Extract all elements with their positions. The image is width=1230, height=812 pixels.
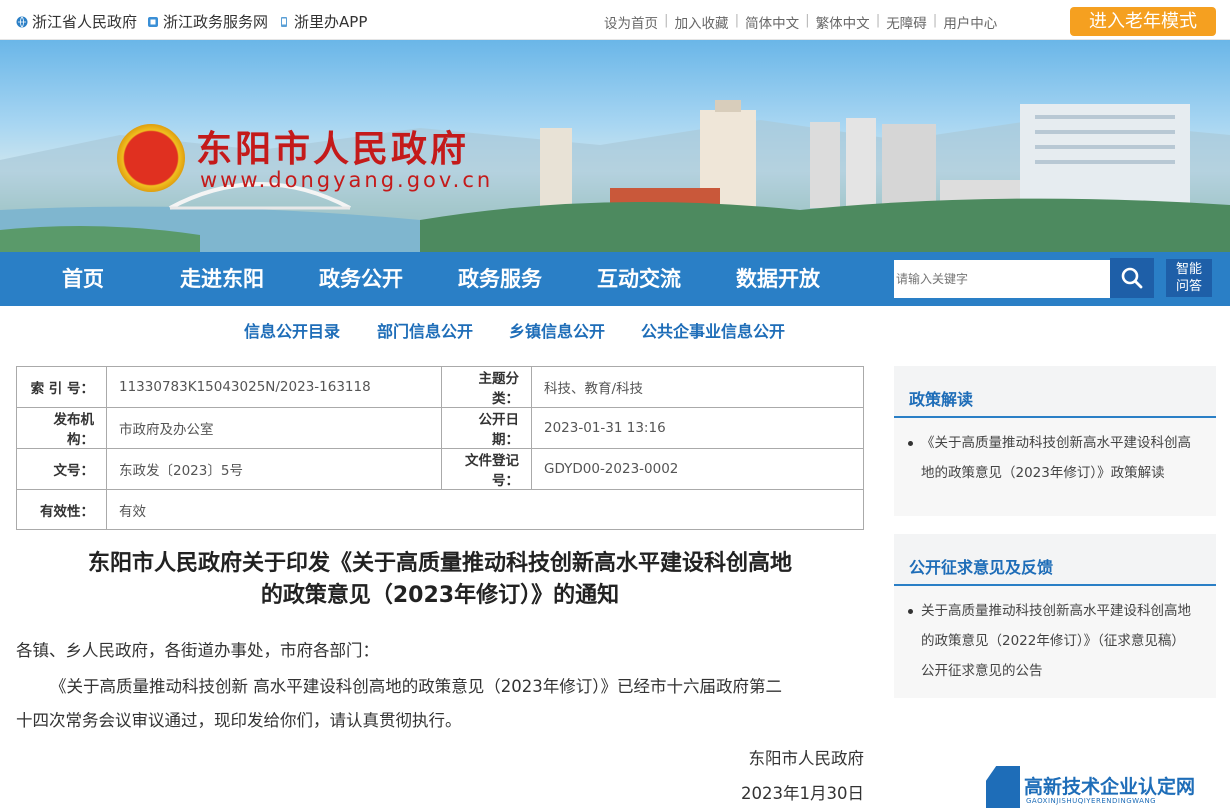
nav-about-dongyang[interactable]: 走进东阳 bbox=[180, 252, 264, 306]
table-row: 索 引 号： 11330783K15043025N/2023-163118 主题… bbox=[16, 366, 864, 408]
accessibility-link[interactable]: 无障碍 bbox=[886, 12, 927, 32]
validity-value: 有效 bbox=[106, 489, 864, 530]
search-button[interactable] bbox=[1110, 258, 1154, 298]
watermark-subtext: GAOXINJISHUQIYERENDINGWANG bbox=[1026, 797, 1157, 805]
zheliban-app-label: 浙里办APP bbox=[294, 13, 368, 31]
document-title-line1: 东阳市人民政府关于印发《关于高质量推动科技创新高水平建设科创高地 bbox=[87, 551, 792, 576]
site-title: 东阳市人民政府 bbox=[196, 128, 470, 170]
user-center-link[interactable]: 用户中心 bbox=[943, 12, 997, 32]
document-title-line2: 的政策意见（2023年修订）》的通知 bbox=[260, 583, 620, 608]
nav-government-affairs[interactable]: 政务公开 bbox=[319, 252, 403, 306]
policy-interpretation-panel: 政策解读 《关于高质量推动科技创新高水平建设科创高地的政策意见（2023年修订）… bbox=[894, 366, 1216, 516]
search-icon bbox=[1121, 267, 1143, 289]
index-label: 索 引 号： bbox=[16, 366, 107, 408]
signer: 东阳市人民政府 bbox=[748, 749, 865, 768]
top-left-links: 浙江省人民政府 浙江政务服务网 浙里办APP bbox=[16, 11, 367, 32]
index-value: 11330783K15043025N/2023-163118 bbox=[106, 366, 442, 408]
table-row: 发布机构： 市政府及办公室 公开日期： 2023-01-31 13:16 bbox=[16, 407, 864, 449]
smart-qa-line1: 智能 bbox=[1175, 262, 1202, 277]
topic-value: 科技、教育/科技 bbox=[531, 366, 864, 408]
nav-interaction[interactable]: 互动交流 bbox=[597, 252, 681, 306]
phone-icon bbox=[281, 16, 288, 27]
public-consultation-link[interactable]: 关于高质量推动科技创新高水平建设科创高地的政策意见（2022年修订）》（征求意见… bbox=[921, 596, 1196, 686]
registration-label: 文件登记号： bbox=[441, 448, 532, 490]
national-emblem-icon bbox=[117, 124, 185, 192]
city-skyline-image bbox=[0, 100, 1230, 252]
subnav-public-enterprise[interactable]: 公共企事业信息公开 bbox=[641, 318, 785, 342]
zhejiang-service-link[interactable]: 浙江政务服务网 bbox=[147, 11, 268, 32]
site-url: www.dongyang.gov.cn bbox=[200, 168, 494, 192]
smart-qa-button[interactable]: 智能 问答 bbox=[1166, 259, 1212, 297]
add-favorite-link[interactable]: 加入收藏 bbox=[675, 12, 729, 32]
policy-interpretation-title: 政策解读 bbox=[894, 366, 1216, 418]
sign-date: 2023年1月30日 bbox=[741, 784, 864, 803]
date-label: 公开日期： bbox=[441, 407, 532, 449]
watermark: 高新技术企业认定网 GAOXINJISHUQIYERENDINGWANG bbox=[986, 762, 1230, 812]
publisher-label: 发布机构： bbox=[16, 407, 107, 449]
traditional-chinese-link[interactable]: 繁体中文 bbox=[816, 12, 870, 32]
watermark-text: 高新技术企业认定网 bbox=[1024, 776, 1196, 798]
list-item[interactable]: 关于高质量推动科技创新高水平建设科创高地的政策意见（2022年修订）》（征求意见… bbox=[894, 586, 1216, 696]
zhejiang-gov-link[interactable]: 浙江省人民政府 bbox=[16, 11, 137, 32]
divider: | bbox=[734, 12, 740, 28]
body-line-2: 十四次常务会议审议通过，现印发给你们，请认真贯彻执行。 bbox=[16, 711, 462, 730]
date-value: 2023-01-31 13:16 bbox=[531, 407, 864, 449]
zhejiang-service-label: 浙江政务服务网 bbox=[163, 13, 269, 31]
docno-label: 文号： bbox=[16, 448, 107, 490]
divider: | bbox=[805, 12, 810, 28]
topic-label: 主题分类： bbox=[441, 366, 532, 408]
table-row: 有效性： 有效 bbox=[16, 489, 864, 530]
nav-home[interactable]: 首页 bbox=[62, 252, 104, 306]
subnav-department[interactable]: 部门信息公开 bbox=[377, 318, 473, 342]
globe-icon bbox=[16, 16, 28, 27]
divider: | bbox=[875, 12, 881, 28]
simplified-chinese-link[interactable]: 简体中文 bbox=[745, 12, 799, 32]
zhejiang-gov-label: 浙江省人民政府 bbox=[32, 13, 138, 31]
service-icon bbox=[148, 16, 159, 27]
validity-label: 有效性： bbox=[16, 489, 107, 530]
nav-open-data[interactable]: 数据开放 bbox=[736, 252, 820, 306]
top-bar: 浙江省人民政府 浙江政务服务网 浙里办APP 设为首页 | 加入收藏 | 简体中文 |… bbox=[0, 0, 1230, 40]
set-homepage-link[interactable]: 设为首页 bbox=[604, 12, 658, 32]
docno-value: 东政发〔2023〕5号 bbox=[106, 448, 442, 490]
public-consultation-panel: 公开征求意见及反馈 关于高质量推动科技创新高水平建设科创高地的政策意见（2022… bbox=[894, 534, 1216, 698]
header-banner: 东阳市人民政府 www.dongyang.gov.cn bbox=[0, 40, 1230, 252]
divider: | bbox=[664, 12, 669, 28]
publisher-value: 市政府及办公室 bbox=[106, 407, 442, 449]
top-right-links: 设为首页 | 加入收藏 | 简体中文 | 繁体中文 | 无障碍 | 用户中心 bbox=[604, 12, 997, 32]
document-title: 东阳市人民政府关于印发《关于高质量推动科技创新高水平建设科创高地 的政策意见（2… bbox=[16, 548, 864, 612]
sub-nav: 信息公开目录 部门信息公开 乡镇信息公开 公共企事业信息公开 bbox=[0, 306, 1230, 350]
salutation: 各镇、乡人民政府，各街道办事处，市府各部门： bbox=[16, 641, 379, 660]
policy-interpretation-link[interactable]: 《关于高质量推动科技创新高水平建设科创高地的政策意见（2023年修订）》政策解读 bbox=[921, 428, 1196, 488]
list-item[interactable]: 《关于高质量推动科技创新高水平建设科创高地的政策意见（2023年修订）》政策解读 bbox=[894, 418, 1216, 498]
bullet-icon bbox=[908, 609, 913, 614]
search-input[interactable] bbox=[894, 260, 1110, 298]
registration-value: GDYD00-2023-0002 bbox=[531, 448, 864, 490]
zheliban-app-link[interactable]: 浙里办APP bbox=[278, 11, 367, 32]
subnav-township[interactable]: 乡镇信息公开 bbox=[509, 318, 605, 342]
elder-mode-button[interactable]: 进入老年模式 bbox=[1070, 7, 1216, 36]
body-line-1: 《关于高质量推动科技创新 高水平建设科创高地的政策意见（2023年修订）》已经市… bbox=[50, 677, 782, 696]
table-row: 文号： 东政发〔2023〕5号 文件登记号： GDYD00-2023-0002 bbox=[16, 448, 864, 490]
document-info-table: 索 引 号： 11330783K15043025N/2023-163118 主题… bbox=[16, 366, 864, 530]
smart-qa-line2: 问答 bbox=[1175, 279, 1202, 294]
bullet-icon bbox=[908, 441, 913, 446]
divider: | bbox=[932, 12, 938, 28]
public-consultation-title: 公开征求意见及反馈 bbox=[894, 534, 1216, 586]
subnav-catalog[interactable]: 信息公开目录 bbox=[244, 318, 340, 342]
watermark-logo-icon bbox=[986, 766, 1020, 808]
nav-government-services[interactable]: 政务服务 bbox=[458, 252, 542, 306]
